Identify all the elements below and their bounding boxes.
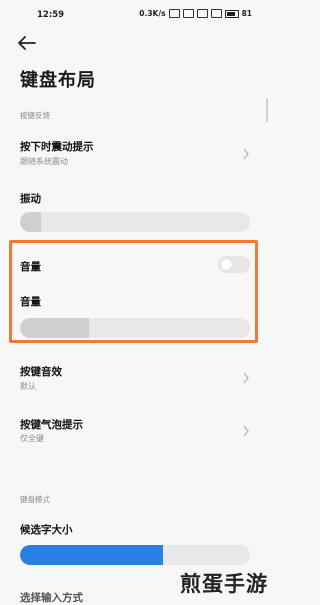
input-method-title[interactable]: 选择输入方式 <box>20 590 83 605</box>
toggle-knob <box>221 259 232 270</box>
candidate-size-title: 候选字大小 <box>20 524 73 536</box>
wifi-icon <box>210 9 222 18</box>
status-time: 12:59 <box>37 10 65 20</box>
chevron-right-icon <box>243 372 249 384</box>
volume-title: 音量 <box>20 296 41 308</box>
volume-slider[interactable] <box>20 318 250 338</box>
status-right: 0.3K/s 81 <box>139 9 252 18</box>
status-bar: 12:59 0.3K/s 81 <box>0 0 270 28</box>
candidate-size-slider-fill <box>20 545 163 565</box>
chevron-right-icon <box>243 148 249 160</box>
signal-2-icon <box>196 9 208 18</box>
vibrate-hint-title: 按下时震动提示 <box>20 141 94 153</box>
vibration-slider[interactable] <box>20 212 250 232</box>
volume-toggle-title: 音量 <box>20 261 41 273</box>
key-sound-sub: 默认 <box>20 382 36 391</box>
back-arrow-icon[interactable] <box>16 34 38 52</box>
page-title: 键盘布局 <box>20 70 96 91</box>
key-sound-title: 按键音效 <box>20 366 62 378</box>
network-speed: 0.3K/s <box>139 9 166 18</box>
bubble-hint-title: 按键气泡提示 <box>20 419 83 431</box>
alarm-icon <box>168 9 180 18</box>
vibration-title: 振动 <box>20 193 41 205</box>
battery-level: 81 <box>241 9 252 18</box>
volume-toggle-switch[interactable] <box>218 256 250 273</box>
battery-icon <box>224 9 239 18</box>
volume-slider-fill <box>20 318 89 338</box>
section-feedback-label: 按键反馈 <box>20 111 50 120</box>
candidate-size-slider[interactable] <box>20 545 250 565</box>
section-keyboard-mode-label: 键盘模式 <box>20 495 50 504</box>
watermark: 煎蛋手游 <box>180 571 268 596</box>
vibrate-hint-sub: 跟随系统震动 <box>20 157 68 166</box>
scrollbar[interactable] <box>266 98 268 122</box>
signal-icon <box>182 9 194 18</box>
vibration-slider-fill <box>20 212 41 232</box>
chevron-right-icon <box>243 425 249 437</box>
bubble-hint-sub: 仅全键 <box>20 434 44 443</box>
